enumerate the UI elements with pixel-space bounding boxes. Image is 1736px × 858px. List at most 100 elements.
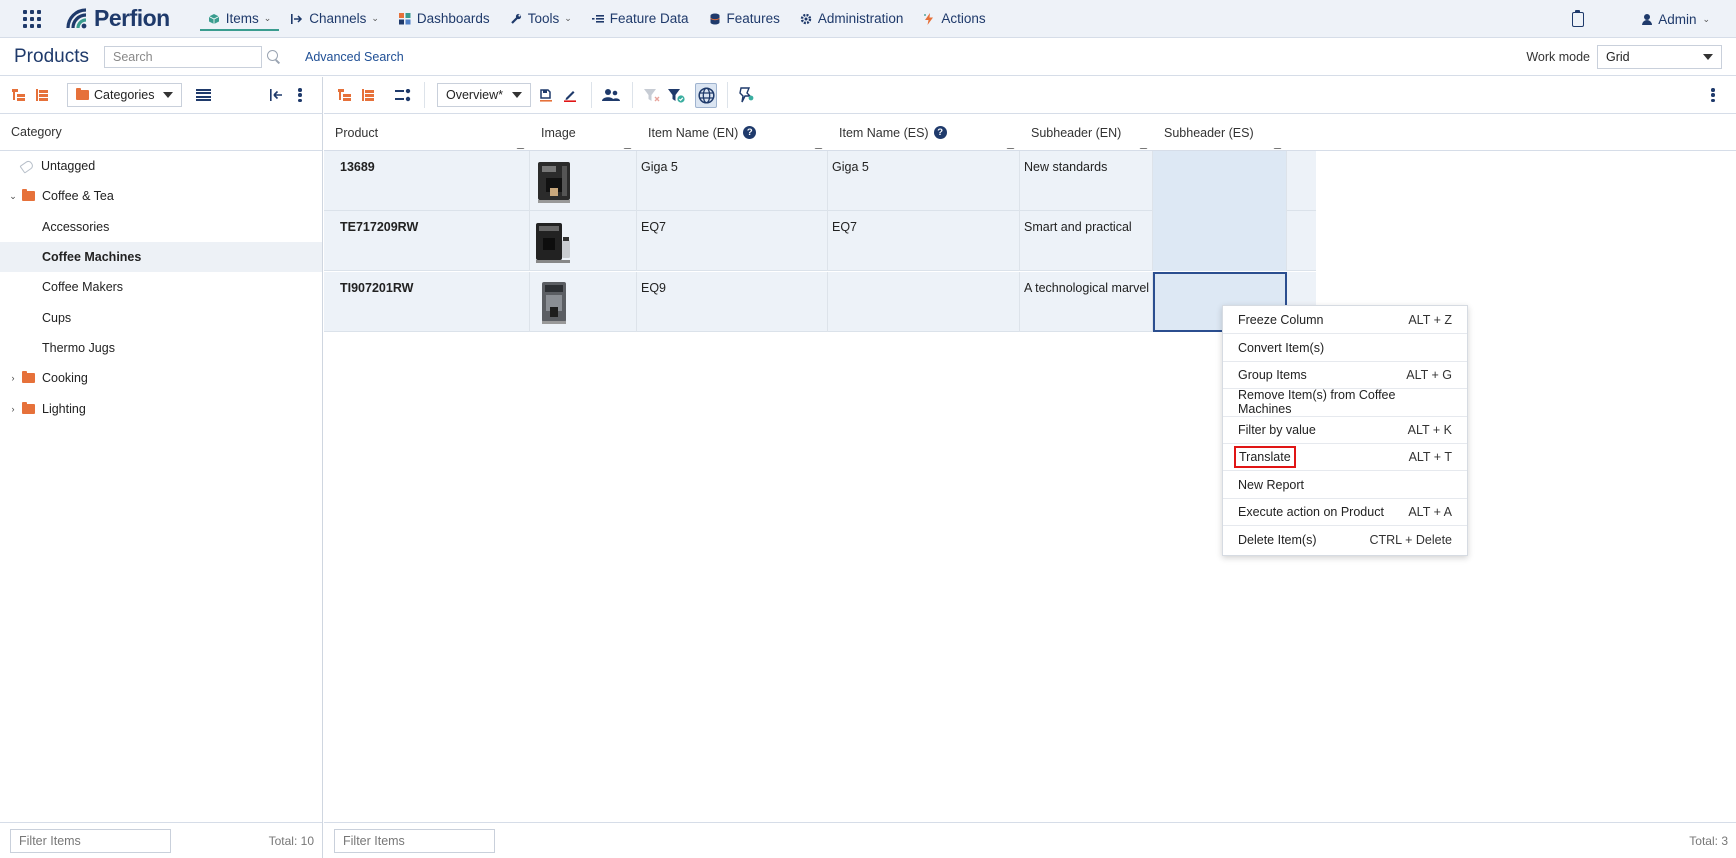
cell-name-es[interactable] [828,271,1020,332]
user-menu[interactable]: Admin ⌄ [1642,12,1710,27]
left-more-options-button[interactable] [289,84,311,106]
grid-expand-button[interactable] [334,84,356,106]
user-filter-button[interactable] [600,84,622,106]
tree-item-thermo-jugs[interactable]: Thermo Jugs [0,333,322,363]
help-icon[interactable]: ? [743,126,757,139]
nav-item-administration[interactable]: Administration [790,0,914,38]
column-resize-handle[interactable] [1139,142,1154,149]
folder-icon [22,189,35,202]
column-header-item-name-es[interactable]: Item Name (ES)? [828,114,1021,151]
column-resize-handle[interactable] [516,142,531,149]
nav-item-dashboards[interactable]: Dashboards [389,0,500,38]
chevron-down-icon [512,92,522,98]
cell-sub-es[interactable] [1153,151,1287,211]
column-header-subheader-es[interactable]: Subheader (ES) [1153,114,1288,151]
chevron-down-icon[interactable]: ⌄ [8,191,18,202]
menu-item-remove-item-s-from-coffee-machines[interactable]: Remove Item(s) from Coffee Machines [1223,388,1467,417]
cell-product[interactable]: TE717209RW [324,211,530,272]
cell-product[interactable]: TI907201RW [324,271,530,332]
view-select[interactable]: Overview* [437,83,531,107]
column-header-item-name-en[interactable]: Item Name (EN)? [637,114,829,151]
clipboard-icon[interactable] [1572,9,1585,27]
column-resize-handle[interactable] [814,142,829,149]
cell-image[interactable] [530,271,637,332]
save-view-button[interactable] [535,84,557,106]
cell-image[interactable] [530,151,637,211]
cell-image[interactable] [530,211,637,272]
edit-icon [564,91,576,102]
tree-item-coffee-makers[interactable]: Coffee Makers [0,272,322,302]
tree-item-cooking[interactable]: › Cooking [0,363,322,393]
collapse-panel-button[interactable] [265,84,287,106]
menu-item-convert-item-s[interactable]: Convert Item(s) [1223,334,1467,362]
cell-sub-es[interactable] [1153,211,1287,272]
cell-name-es[interactable]: EQ7 [828,211,1020,272]
nav-item-actions[interactable]: Actions [913,0,995,38]
tree-item-untagged[interactable]: Untagged [0,151,322,181]
column-resize-handle[interactable] [1273,142,1288,149]
nav-item-features[interactable]: Features [699,0,790,38]
nav-item-items[interactable]: Items ⌄ [198,0,282,38]
cell-sub-en[interactable]: New standards [1020,151,1153,211]
grid-filter-input[interactable]: Filter Items [334,828,495,853]
grid-collapse-button[interactable] [358,84,380,106]
chevron-right-icon[interactable]: › [8,373,18,383]
table-row[interactable]: TE717209RW EQ7 EQ7 Smart and practical [324,211,1316,272]
column-header-image[interactable]: Image [530,114,638,151]
menu-item-freeze-column[interactable]: Freeze Column ALT + Z [1223,307,1467,335]
app-launcher-icon[interactable] [22,9,42,29]
pin-button[interactable] [736,84,758,106]
column-header-product[interactable]: Product [324,114,531,151]
cell-product[interactable]: 13689 [324,151,530,211]
advanced-search-link[interactable]: Advanced Search [305,50,404,64]
category-select[interactable]: Categories [67,83,182,107]
column-settings-button[interactable] [392,84,414,106]
list-view-button[interactable] [192,84,214,106]
expand-tree-button[interactable] [8,84,30,106]
table-row[interactable]: TI907201RW EQ9 A technological marvel [324,271,1316,332]
category-filter-input[interactable]: Filter Items [10,828,171,853]
cell-sub-en[interactable]: A technological marvel [1020,271,1153,332]
user-name: Admin [1658,11,1697,27]
menu-item-new-report[interactable]: New Report [1223,471,1467,499]
cell-name-en[interactable]: EQ9 [637,271,828,332]
users-icon [602,88,620,101]
clear-filter-button[interactable] [641,84,663,106]
edit-view-button[interactable] [559,84,581,106]
cell-name-en[interactable]: Giga 5 [637,151,828,211]
cell-name-en[interactable]: EQ7 [637,211,828,272]
grid-more-options-button[interactable] [1702,84,1724,106]
menu-item-filter-by-value[interactable]: Filter by value ALT + K [1223,417,1467,444]
work-mode-select[interactable]: Grid [1597,45,1722,69]
grid-total: Total: 3 [1689,833,1728,848]
search-icon[interactable] [266,50,281,64]
search-input[interactable]: Search [103,46,262,68]
menu-item-translate[interactable]: Translate ALT + T [1223,444,1467,472]
menu-item-label: Freeze Column [1238,313,1324,328]
tree-item-accessories[interactable]: Accessories [0,212,322,242]
tree-item-cups[interactable]: Cups [0,302,322,332]
column-resize-handle[interactable] [1006,142,1021,149]
menu-item-group-items[interactable]: Group Items ALT + G [1223,362,1467,390]
language-button[interactable] [695,82,717,108]
menu-item-delete-item-s[interactable]: Delete Item(s) CTRL + Delete [1223,526,1467,553]
column-header-subheader-en[interactable]: Subheader (EN) [1020,114,1154,151]
collapse-tree-button[interactable] [32,84,54,106]
cell-name-es[interactable]: Giga 5 [828,151,1020,211]
nav-item-channels[interactable]: Channels ⌄ [281,0,389,38]
nav-item-tools[interactable]: Tools ⌄ [500,0,582,38]
tree-item-coffee-tea[interactable]: ⌄ Coffee & Tea [0,181,322,211]
help-icon[interactable]: ? [933,126,947,139]
menu-item-execute-action-on-product[interactable]: Execute action on Product ALT + A [1223,499,1467,527]
tree-item-coffee-machines[interactable]: Coffee Machines [0,241,322,273]
column-resize-handle[interactable] [623,142,638,149]
tree-item-lighting[interactable]: › Lighting [0,393,322,423]
chevron-right-icon[interactable]: › [8,404,18,414]
category-panel: Category Untagged ⌄ Coffee & Tea Accessorie… [0,114,323,858]
tree-item-label: Untagged [41,159,96,174]
nav-item-feature-data[interactable]: Feature Data [582,0,699,38]
brand-logo[interactable]: Perfion [64,5,170,32]
table-row[interactable]: 13689 Giga 5 Giga 5 New standards [324,151,1316,211]
apply-filter-button[interactable] [665,84,687,106]
cell-sub-en[interactable]: Smart and practical [1020,211,1153,272]
